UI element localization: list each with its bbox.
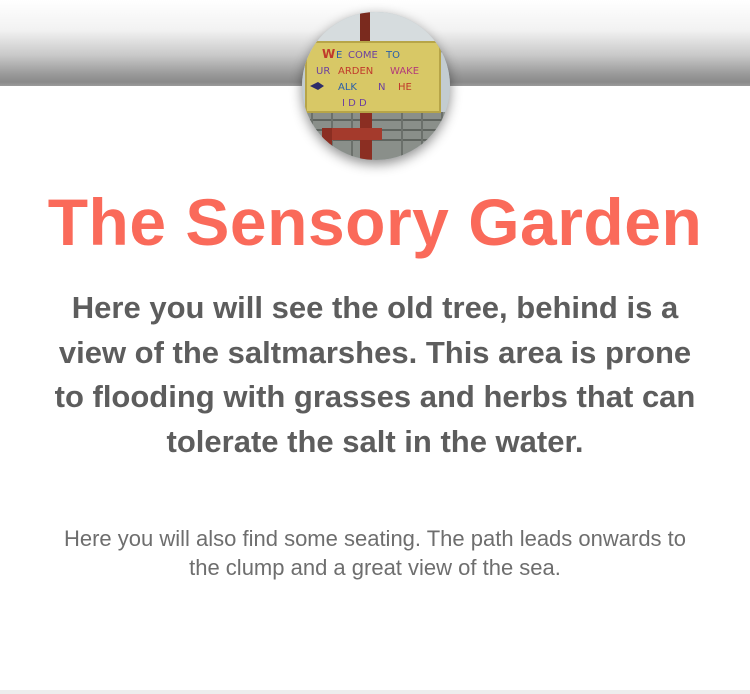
svg-text:TO: TO <box>385 50 400 61</box>
svg-text:COME: COME <box>348 50 378 61</box>
page-title: The Sensory Garden <box>47 185 703 259</box>
header-avatar-image: W E COME TO UR ARDEN WAKE ALK N HE I D D <box>302 12 450 160</box>
svg-text:N: N <box>378 82 385 93</box>
bottom-divider <box>0 690 750 694</box>
svg-text:I D D: I D D <box>342 98 367 109</box>
page: W E COME TO UR ARDEN WAKE ALK N HE I D D… <box>0 0 750 694</box>
svg-text:W: W <box>322 47 335 61</box>
svg-text:ALK: ALK <box>338 82 357 93</box>
description-paragraph: Here you will also find some seating. Th… <box>63 526 687 580</box>
svg-text:WAKE: WAKE <box>390 66 419 77</box>
lead-paragraph: Here you will see the old tree, behind i… <box>54 290 696 459</box>
svg-text:E: E <box>336 50 342 61</box>
svg-text:HE: HE <box>398 82 412 93</box>
garden-sign-photo: W E COME TO UR ARDEN WAKE ALK N HE I D D <box>302 12 450 160</box>
svg-text:ARDEN: ARDEN <box>338 66 373 77</box>
svg-text:UR: UR <box>316 66 330 77</box>
